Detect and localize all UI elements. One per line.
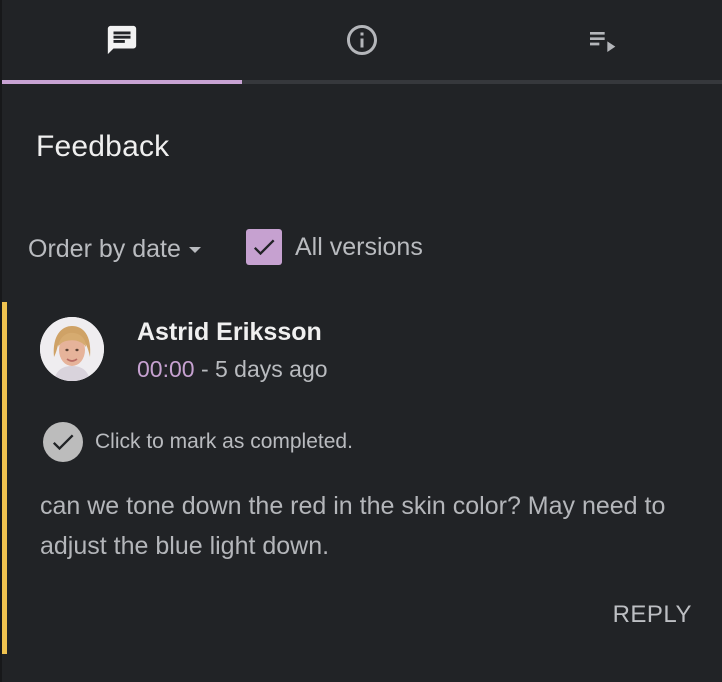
comment-text: can we tone down the red in the skin col…	[40, 492, 666, 560]
playlist-icon	[586, 24, 618, 56]
tab-info[interactable]	[242, 0, 482, 80]
check-icon	[253, 239, 275, 256]
feedback-panel: Feedback Order by date All versions Astr…	[0, 0, 722, 682]
tab-playlist[interactable]	[482, 0, 722, 80]
caret-down-icon	[188, 247, 201, 253]
tab-active-indicator	[2, 80, 242, 84]
check-circle-icon	[43, 422, 83, 462]
reply-button[interactable]: REPLY	[613, 601, 692, 629]
all-versions-label: All versions	[295, 232, 423, 261]
comment-icon	[104, 23, 140, 57]
info-icon	[344, 22, 380, 58]
comment-meta: 00:00 - 5 days ago	[137, 356, 328, 383]
all-versions-toggle[interactable]: All versions	[246, 228, 423, 266]
tab-bar	[2, 0, 722, 84]
comment-timestamp-link[interactable]: 00:00	[137, 356, 195, 382]
mark-complete-label: Click to mark as completed.	[95, 430, 353, 453]
comment-card: Astrid Eriksson 00:00 - 5 days ago Click…	[2, 302, 722, 654]
order-by-dropdown[interactable]: Order by date	[28, 232, 201, 266]
tab-feedback[interactable]	[2, 0, 242, 80]
comment-author: Astrid Eriksson	[137, 318, 322, 346]
comment-age: - 5 days ago	[194, 356, 328, 382]
avatar	[40, 317, 104, 381]
panel-title: Feedback	[36, 130, 170, 163]
mark-complete-button[interactable]: Click to mark as completed.	[43, 421, 353, 463]
order-by-label: Order by date	[28, 234, 181, 263]
all-versions-checkbox[interactable]	[246, 229, 282, 265]
